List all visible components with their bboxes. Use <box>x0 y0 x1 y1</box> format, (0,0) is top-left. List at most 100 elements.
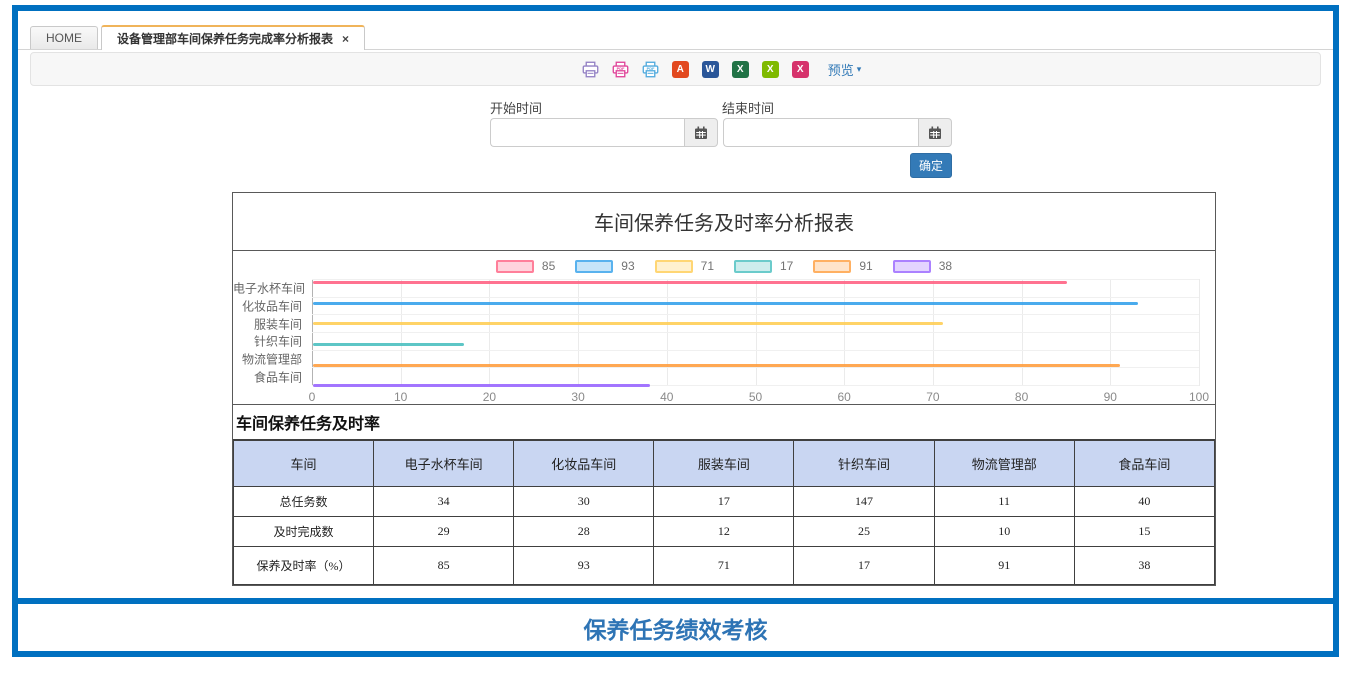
table-cell: 40 <box>1074 487 1214 517</box>
table-header-row: 车间电子水杯车间化妆品车间服装车间针织车间物流管理部食品车间 <box>234 441 1215 487</box>
chart-band <box>312 315 1199 333</box>
tab-home-label: HOME <box>46 31 82 45</box>
chart-band <box>312 298 1199 316</box>
filter-inputs <box>18 118 1333 147</box>
tab-report[interactable]: 设备管理部车间保养任务完成率分析报表 × <box>101 25 365 50</box>
chart-band <box>312 333 1199 351</box>
legend-item[interactable]: 17 <box>734 259 793 273</box>
table-cell: 28 <box>514 517 654 547</box>
table-cell: 12 <box>654 517 794 547</box>
chart-bar <box>313 343 464 346</box>
toolbar-export-pdf-icon[interactable]: A <box>672 61 689 78</box>
legend-label: 93 <box>621 259 634 273</box>
table-row: 总任务数3430171471140 <box>234 487 1215 517</box>
start-time-group <box>490 118 718 147</box>
toolbar-export-excel-sheet-icon[interactable]: X <box>792 61 809 78</box>
table-row: 保养及时率（%）859371179138 <box>234 547 1215 585</box>
end-time-group <box>723 118 952 147</box>
chart-bar <box>313 281 1067 284</box>
chart-y-axis: 电子水杯车间化妆品车间服装车间针织车间物流管理部食品车间 <box>233 279 307 386</box>
toolbar-pdf-print-flash-printer-icon[interactable]: PDF <box>612 61 629 78</box>
legend-label: 38 <box>939 259 952 273</box>
svg-text:PDF: PDF <box>616 66 624 71</box>
legend-label: 71 <box>701 259 714 273</box>
table-caption: 车间保养任务及时率 <box>233 405 1215 440</box>
chart-bar <box>313 322 943 325</box>
table-header-cell: 服装车间 <box>654 441 794 487</box>
table-cell: 93 <box>514 547 654 585</box>
end-time-input[interactable] <box>723 118 918 147</box>
calendar-icon <box>928 126 942 140</box>
table-cell: 25 <box>794 517 934 547</box>
table-row-label: 总任务数 <box>234 487 374 517</box>
x-axis-tick: 0 <box>309 390 316 404</box>
table-header-cell: 针织车间 <box>794 441 934 487</box>
table-header-cell: 车间 <box>234 441 374 487</box>
start-time-input[interactable] <box>490 118 684 147</box>
table-cell: 15 <box>1074 517 1214 547</box>
y-axis-label: 服装车间 <box>233 315 302 332</box>
report-toolbar: PDF PDF AWXXX 预览 ▾ <box>30 52 1321 86</box>
x-axis-tick: 30 <box>571 390 584 404</box>
legend-swatch <box>575 260 613 273</box>
table-cell: 91 <box>934 547 1074 585</box>
chart-bar <box>313 364 1120 367</box>
toolbar-export-excel-icon[interactable]: X <box>732 61 749 78</box>
legend-swatch <box>893 260 931 273</box>
table-cell: 10 <box>934 517 1074 547</box>
filter-labels: 开始时间 结束时间 <box>18 98 1333 116</box>
legend-item[interactable]: 91 <box>813 259 872 273</box>
table-row-label: 及时完成数 <box>234 517 374 547</box>
legend-item[interactable]: 85 <box>496 259 555 273</box>
x-axis-tick: 90 <box>1104 390 1117 404</box>
x-axis-tick: 50 <box>749 390 762 404</box>
x-axis-tick: 20 <box>483 390 496 404</box>
chevron-down-icon: ▾ <box>857 64 862 75</box>
toolbar-pdf-print-printer-icon[interactable]: PDF <box>642 61 659 78</box>
legend-item[interactable]: 93 <box>575 259 634 273</box>
chart-x-axis: 0102030405060708090100 <box>312 390 1199 405</box>
legend-item[interactable]: 38 <box>893 259 952 273</box>
x-axis-tick: 100 <box>1189 390 1209 404</box>
y-axis-label: 物流管理部 <box>233 351 302 368</box>
confirm-button[interactable]: 确定 <box>910 153 952 178</box>
tab-bar: HOME 设备管理部车间保养任务完成率分析报表 × <box>18 25 1333 50</box>
end-time-calendar-button[interactable] <box>918 118 952 147</box>
grid-line <box>1199 279 1200 386</box>
toolbar-export-excel-paged-icon[interactable]: X <box>762 61 779 78</box>
start-time-label: 开始时间 <box>490 98 542 117</box>
tab-close-icon[interactable]: × <box>342 33 349 45</box>
legend-label: 17 <box>780 259 793 273</box>
y-axis-label: 化妆品车间 <box>233 297 302 314</box>
chart-plot <box>312 279 1199 386</box>
calendar-icon <box>694 126 708 140</box>
table-row-label: 保养及时率（%） <box>234 547 374 585</box>
x-axis-tick: 70 <box>926 390 939 404</box>
x-axis-tick: 60 <box>838 390 851 404</box>
tab-home[interactable]: HOME <box>30 26 98 49</box>
filter-actions: 确定 <box>18 153 1333 179</box>
legend-swatch <box>655 260 693 273</box>
start-time-calendar-button[interactable] <box>684 118 718 147</box>
table-row: 及时完成数292812251015 <box>234 517 1215 547</box>
table-cell: 17 <box>794 547 934 585</box>
tab-report-label: 设备管理部车间保养任务完成率分析报表 <box>117 30 333 47</box>
chart-bands <box>312 279 1199 386</box>
legend-swatch <box>734 260 772 273</box>
y-axis-label: 电子水杯车间 <box>233 279 302 296</box>
toolbar-print-printer-icon[interactable] <box>582 61 599 78</box>
bar-chart: 85 93 71 17 91 38 电子水杯车间化妆品车间服装车间针织车间物流管理部食品车… <box>233 251 1215 405</box>
legend-item[interactable]: 71 <box>655 259 714 273</box>
table-cell: 147 <box>794 487 934 517</box>
report-title: 车间保养任务及时率分析报表 <box>233 193 1215 251</box>
chart-band <box>312 280 1199 298</box>
preview-dropdown[interactable]: 预览 ▾ <box>828 60 862 79</box>
report-container: 车间保养任务及时率分析报表 859371179138 电子水杯车间化妆品车间服装… <box>232 192 1216 586</box>
table-header-cell: 物流管理部 <box>934 441 1074 487</box>
table-cell: 17 <box>654 487 794 517</box>
toolbar-export-word-icon[interactable]: W <box>702 61 719 78</box>
legend-label: 85 <box>542 259 555 273</box>
x-axis-tick: 80 <box>1015 390 1028 404</box>
legend-swatch <box>813 260 851 273</box>
footer-title: 保养任务绩效考核 <box>18 604 1333 651</box>
